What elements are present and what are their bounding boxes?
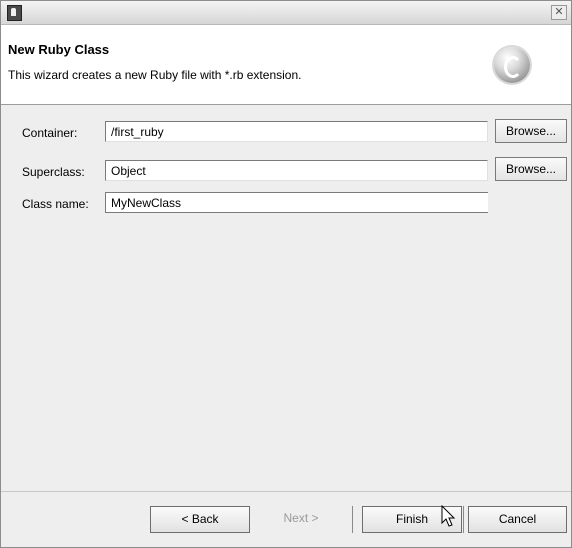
wizard-window: ✕ New Ruby Class This wizard creates a n…: [0, 0, 572, 548]
classname-label: Class name:: [22, 197, 89, 211]
superclass-field[interactable]: Object: [105, 160, 488, 181]
title-bar[interactable]: ✕: [1, 1, 571, 25]
superclass-label: Superclass:: [22, 165, 85, 179]
cancel-button[interactable]: Cancel: [468, 506, 567, 533]
ruby-class-c-icon: [494, 47, 530, 83]
close-button[interactable]: ✕: [551, 5, 567, 20]
wizard-header: New Ruby Class This wizard creates a new…: [1, 25, 571, 105]
back-button[interactable]: < Back: [150, 506, 250, 533]
app-icon: [7, 5, 22, 21]
classname-field[interactable]: MyNewClass: [105, 192, 488, 213]
container-label: Container:: [22, 126, 78, 140]
button-separator-2: [463, 506, 464, 533]
wizard-description: This wizard creates a new Ruby file with…: [8, 68, 302, 82]
container-field[interactable]: /first_ruby: [105, 121, 488, 142]
next-button[interactable]: Next >: [251, 506, 351, 533]
button-separator: [352, 506, 353, 533]
footer-divider: [1, 491, 571, 492]
mouse-cursor-icon: [441, 505, 456, 527]
superclass-browse-button[interactable]: Browse...: [495, 157, 567, 181]
wizard-title: New Ruby Class: [8, 42, 110, 57]
container-browse-button[interactable]: Browse...: [495, 119, 567, 143]
